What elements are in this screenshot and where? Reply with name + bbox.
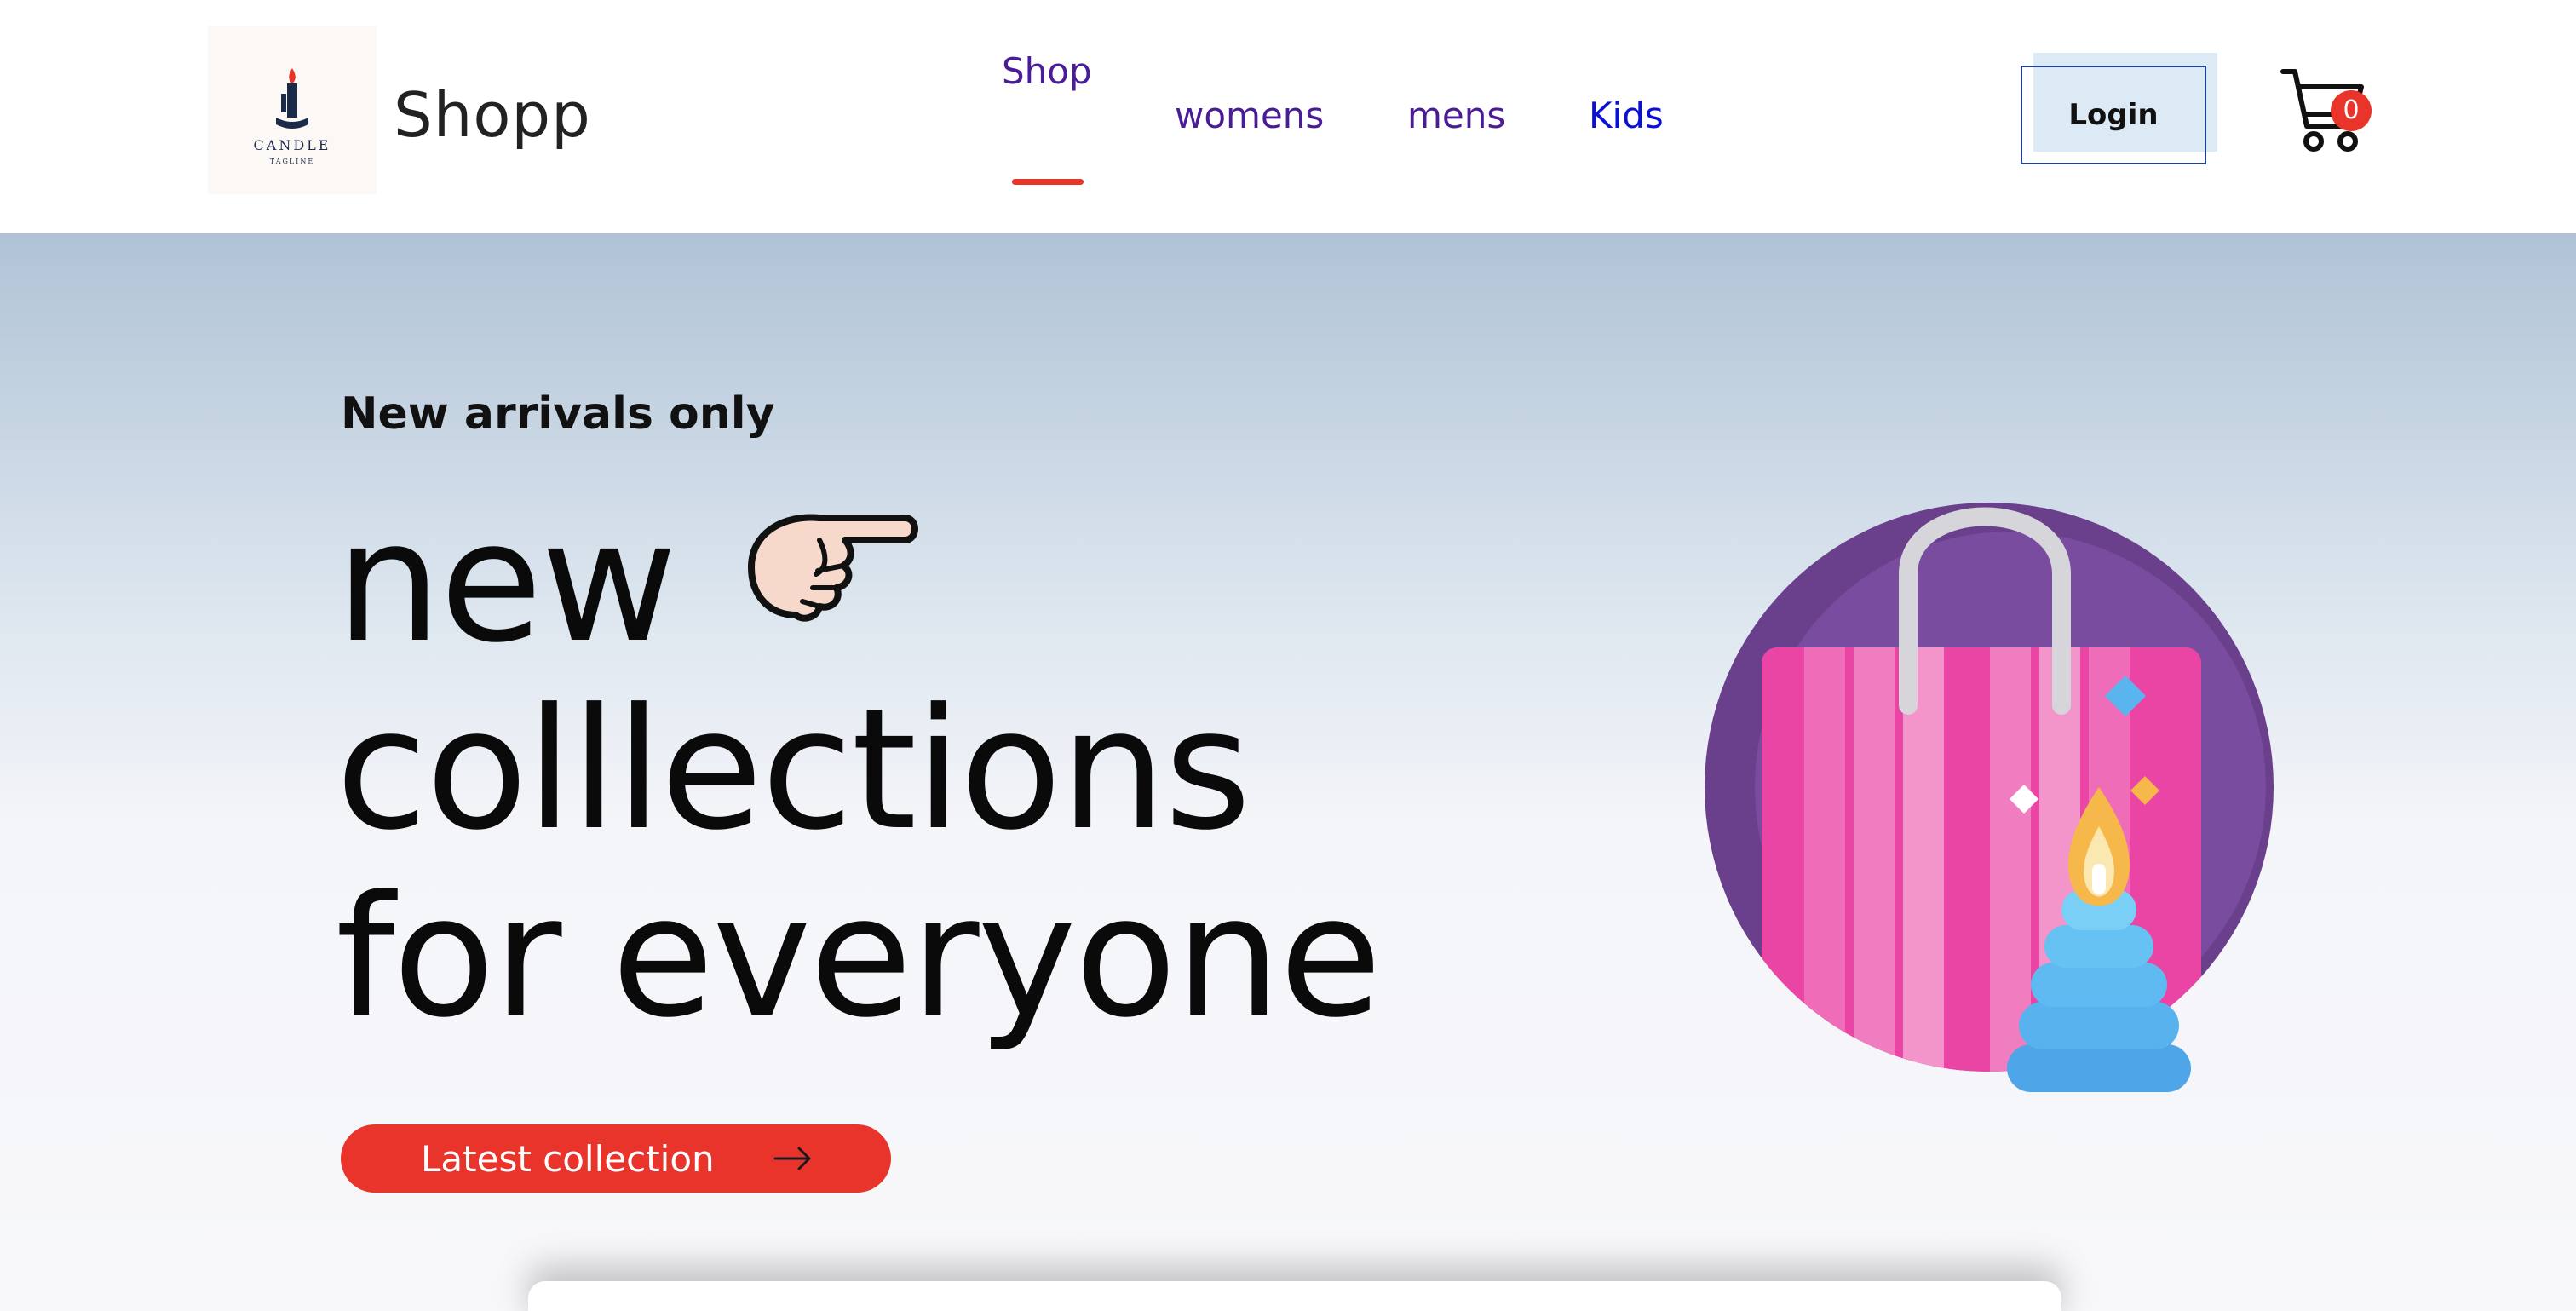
cart-count-badge: 0: [2331, 90, 2372, 131]
shopping-bag-candle-illustration: [1705, 503, 2274, 1092]
latest-collection-button[interactable]: Latest collection: [341, 1124, 891, 1193]
content-card-edge: [528, 1281, 2061, 1311]
pointing-hand-icon: [748, 514, 918, 622]
svg-text:TAGLINE: TAGLINE: [270, 158, 314, 165]
hero-headline-line-2: colllections: [336, 673, 1251, 867]
brand-name[interactable]: Shopp: [394, 77, 591, 153]
nav-womens[interactable]: womens: [1175, 94, 1324, 138]
nav-kids[interactable]: Kids: [1589, 94, 1664, 138]
svg-text:CANDLE: CANDLE: [254, 137, 331, 153]
nav-shop[interactable]: Shop: [1002, 49, 1092, 94]
arrow-right-icon: [773, 1147, 811, 1170]
hero-kicker: New arrivals only: [341, 388, 775, 440]
latest-collection-label: Latest collection: [421, 1137, 715, 1180]
nav-active-indicator: [1012, 179, 1084, 185]
nav-mens[interactable]: mens: [1407, 94, 1505, 138]
hero-headline-line-3: for everyone: [336, 860, 1382, 1055]
hero-section: New arrivals only new colllections for e…: [0, 233, 2576, 1311]
site-header: CANDLE TAGLINE Shopp Shop womens mens Ki…: [0, 0, 2576, 233]
logo[interactable]: CANDLE TAGLINE: [208, 26, 377, 194]
login-button[interactable]: Login: [2021, 66, 2206, 164]
candle-logo-icon: CANDLE TAGLINE: [254, 68, 331, 165]
hero-headline-line-1: new: [336, 486, 677, 680]
